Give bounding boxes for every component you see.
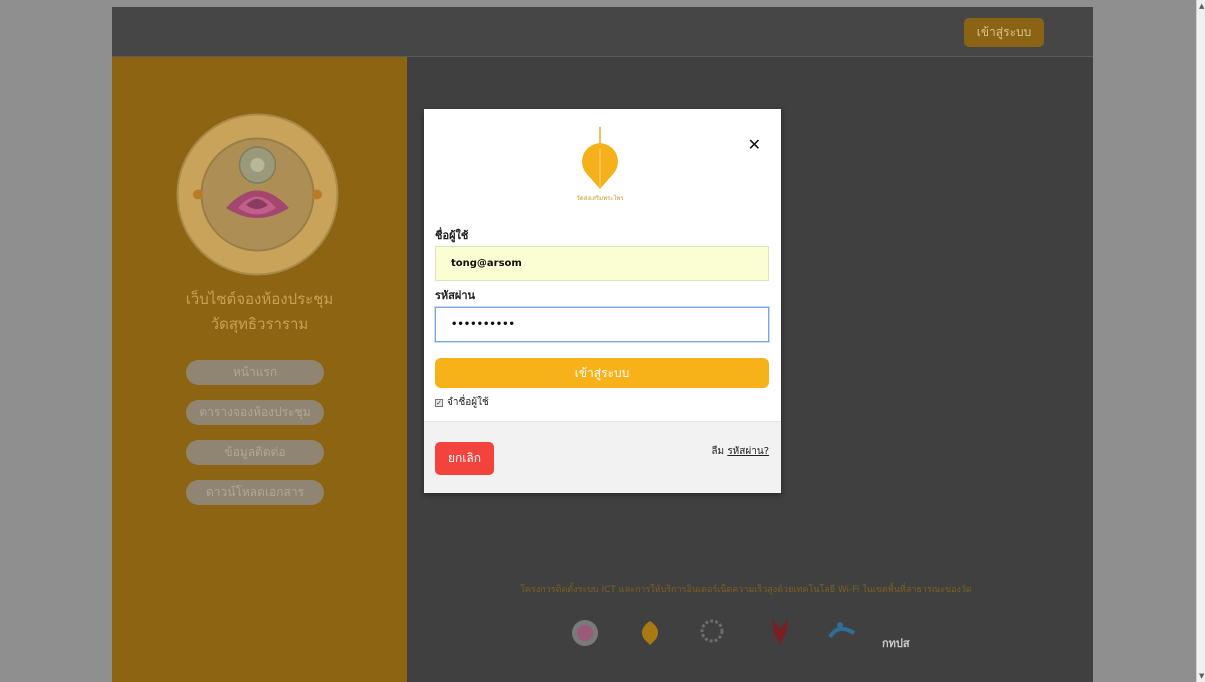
submit-login-button[interactable]: เข้าสู่ระบบ bbox=[435, 358, 769, 388]
sidebar: เว็บไซต์จองห้องประชุม วัดสุทธิวราราม หน้… bbox=[112, 57, 407, 682]
sidebar-item-home[interactable]: หน้าแรก bbox=[186, 360, 324, 385]
forgot-password-link[interactable]: รหัสผ่าน? bbox=[727, 446, 769, 457]
password-field[interactable]: •••••••••• bbox=[435, 307, 769, 342]
site-title-line1: เว็บไซต์จองห้องประชุม bbox=[185, 290, 334, 308]
remember-label: จำชื่อผู้ใช้ bbox=[447, 397, 489, 408]
remember-checkbox[interactable]: ✓ bbox=[435, 398, 443, 407]
logo-caption: วัดส่งเสริมพระไพร bbox=[576, 195, 624, 202]
header-login-button[interactable]: เข้าสู่ระบบ bbox=[964, 18, 1044, 47]
footer-project-text: โครงการติดตั้งระบบ ICT และการให้บริการอิ… bbox=[520, 585, 972, 595]
temple-seal-logo bbox=[176, 113, 339, 276]
partner-logos bbox=[572, 619, 856, 646]
sidebar-item-downloads[interactable]: ดาวน์โหลดเอกสาร bbox=[186, 480, 324, 505]
btfp-logo bbox=[828, 622, 856, 639]
bodhi-leaf-logo-small bbox=[642, 621, 658, 645]
login-modal: วัดส่งเสริมพระไพร ✕ ชื่อผู้ใช้ tong@arso… bbox=[424, 109, 781, 493]
username-label: ชื่อผู้ใช้ bbox=[435, 229, 469, 242]
close-icon[interactable]: ✕ bbox=[748, 135, 761, 154]
top-navbar: เข้าสู่ระบบ bbox=[112, 7, 1093, 57]
modal-footer: ยกเลิก ลืม รหัสผ่าน? bbox=[424, 421, 781, 493]
sidebar-item-booking-schedule[interactable]: ตารางจองห้องประชุม bbox=[186, 400, 324, 425]
site-title-line2: วัดสุทธิวราราม bbox=[210, 315, 309, 333]
page-scrollbar[interactable]: ▲ ▼ bbox=[1196, 0, 1205, 682]
forgot-password: ลืม รหัสผ่าน? bbox=[711, 444, 769, 459]
scroll-up-icon[interactable]: ▲ bbox=[1199, 2, 1204, 10]
garuda-logo bbox=[772, 619, 788, 645]
browser-viewport: เข้าสู่ระบบ เว็บไซต์จองห้องประชุม วัดสุท… bbox=[0, 0, 1205, 682]
scroll-down-icon[interactable]: ▼ bbox=[1199, 672, 1204, 680]
password-label: รหัสผ่าน bbox=[435, 289, 476, 302]
username-field[interactable]: tong@arsom bbox=[435, 246, 769, 281]
ornament-logo bbox=[700, 619, 724, 643]
cancel-button[interactable]: ยกเลิก bbox=[435, 442, 494, 475]
partner-logo-label: กทปส bbox=[882, 637, 910, 650]
remember-me[interactable]: ✓ จำชื่อผู้ใช้ bbox=[435, 395, 489, 410]
temple-logo-small bbox=[572, 620, 598, 646]
forgot-prefix: ลืม bbox=[711, 446, 725, 457]
sidebar-item-contact[interactable]: ข้อมูลติดต่อ bbox=[186, 440, 324, 465]
